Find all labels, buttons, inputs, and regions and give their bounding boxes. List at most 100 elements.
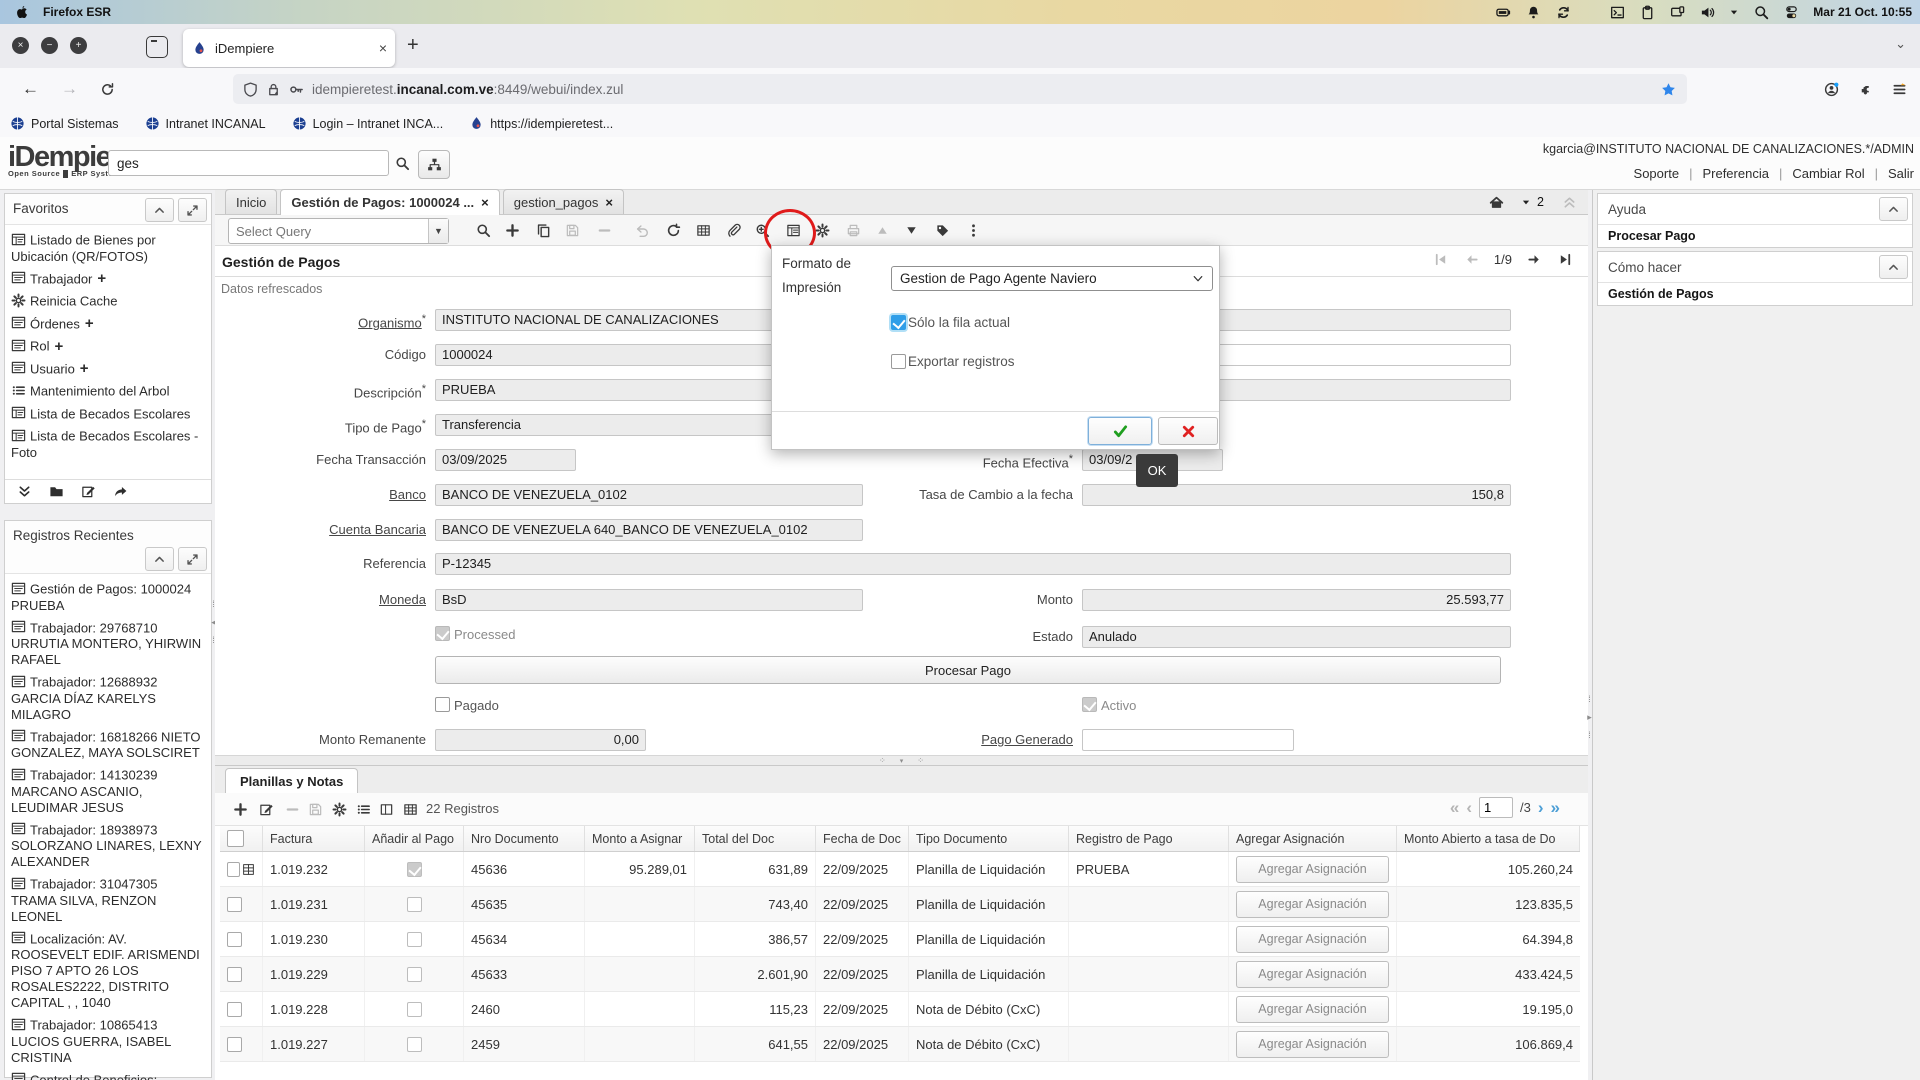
field-banco[interactable]: BANCO DE VENEZUELA_0102 [435,484,863,506]
table-row[interactable]: 1.019.23145635743,4022/09/2025Planilla d… [220,887,1580,922]
menu-icon[interactable] [1890,80,1908,98]
print-format-select[interactable]: Gestion de Pago Agente Naviero [891,266,1213,291]
agregar-asignacion-button[interactable]: Agregar Asignación [1236,926,1389,953]
forward-button[interactable]: → [61,79,78,99]
column-header[interactable]: Total del Doc [695,826,816,851]
agregar-asignacion-button[interactable]: Agregar Asignación [1236,856,1389,883]
agregar-asignacion-button[interactable]: Agregar Asignación [1236,961,1389,988]
global-search-input[interactable] [108,150,389,176]
recent-collapse-button[interactable] [145,547,174,571]
bookmark-item[interactable]: Intranet INCANAL [145,116,266,131]
save-icon[interactable] [563,221,581,239]
tab-dropdown-icon[interactable] [1521,193,1531,211]
header-link-soporte[interactable]: Soporte [1634,166,1680,181]
row-select-checkbox[interactable] [227,1002,242,1017]
añadir-al-pago-checkbox[interactable] [407,932,422,947]
table-row[interactable]: 1.019.2324563695.289,01631,8922/09/2025P… [220,852,1580,887]
toggles-icon[interactable] [1783,4,1799,20]
previous-record-icon[interactable] [1463,250,1481,268]
double-chevron-down-icon[interactable] [17,484,32,499]
refresh-icon[interactable] [664,221,682,239]
extensions-icon[interactable] [1856,80,1874,98]
window-minimize-button[interactable]: − [41,37,58,54]
volume-icon[interactable] [1699,4,1715,20]
list-item[interactable]: Órdenes+ [7,313,209,336]
list-item[interactable]: Lista de Becados Escolares [7,403,209,426]
grid-toggle-icon[interactable] [694,221,712,239]
attachment-icon[interactable] [724,221,742,239]
page-last-icon[interactable]: » [1551,799,1560,816]
home-icon[interactable] [1487,193,1505,211]
export-records-checkbox[interactable] [891,354,906,369]
pagado-checkbox[interactable] [435,697,450,712]
field-monto[interactable]: 25.593,77 [1082,589,1511,611]
window-maximize-button[interactable]: + [70,37,87,54]
folder-icon[interactable] [49,484,64,499]
row-select-checkbox[interactable] [227,897,242,912]
column-header[interactable]: Tipo Documento [909,826,1069,851]
help-collapse-button[interactable] [1879,197,1908,221]
agregar-asignacion-button[interactable]: Agregar Asignación [1236,996,1389,1023]
column-header[interactable]: Nro Documento [464,826,585,851]
header-link-salir[interactable]: Salir [1888,166,1914,181]
delete-icon[interactable] [595,221,613,239]
bookmark-item[interactable]: Portal Sistemas [10,116,119,131]
requery-icon[interactable] [354,800,372,818]
table-row[interactable]: 1.019.229456332.601,9022/09/2025Planilla… [220,957,1580,992]
url-bar[interactable]: idempieretest.incanal.com.ve:8449/webui/… [233,74,1687,104]
table-row[interactable]: 1.019.2272459641,5522/09/2025Nota de Déb… [220,1027,1580,1062]
battery-icon[interactable] [1495,4,1511,20]
column-header[interactable]: Registro de Pago [1069,826,1229,851]
share-icon[interactable] [113,484,128,499]
horizontal-splitter[interactable]: ⁘▾⁘ [215,755,1588,766]
field-fecha-transacción[interactable]: 03/09/2025 [435,449,576,471]
list-item[interactable]: Trabajador: 31047305 TRAMA SILVA, RENZON… [7,873,209,928]
next-record-icon[interactable] [1525,250,1543,268]
process-row-icon[interactable] [330,800,348,818]
lock-warning-icon[interactable] [266,82,281,97]
volume-dropdown-icon[interactable] [1729,4,1739,20]
field-pago-generado[interactable] [1082,729,1294,751]
delete-row-icon[interactable] [283,800,301,818]
añadir-al-pago-checkbox[interactable] [407,1002,422,1017]
activo-checkbox[interactable] [1082,697,1097,712]
edit-row-icon[interactable] [257,800,275,818]
añadir-al-pago-checkbox[interactable] [407,862,422,877]
new-record-icon[interactable] [503,221,521,239]
table-row[interactable]: 1.019.23045634386,5722/09/2025Planilla d… [220,922,1580,957]
undo-icon[interactable] [633,221,651,239]
edit-icon[interactable] [81,484,96,499]
add-row-icon[interactable] [231,800,249,818]
tab-close-icon[interactable]: × [379,40,387,56]
add-new-icon[interactable]: + [80,360,89,377]
list-item[interactable]: Trabajador: 14130239 MARCANO ASCANIO, LE… [7,764,209,819]
list-item[interactable]: Usuario+ [7,358,209,381]
field-estado[interactable]: Anulado [1082,626,1511,648]
tab-close-icon[interactable]: × [481,195,489,210]
window-close-button[interactable]: × [12,37,29,54]
grid-view-icon[interactable] [401,800,419,818]
last-record-icon[interactable] [1556,250,1574,268]
clipboard-icon[interactable] [1639,4,1655,20]
row-select-checkbox[interactable] [227,967,242,982]
expand-icon[interactable] [902,221,920,239]
bookmark-item[interactable]: Login – Intranet INCA... [292,116,444,131]
browser-tab[interactable]: iDempiere × [183,29,395,67]
favorites-collapse-button[interactable] [145,198,174,222]
back-button[interactable]: ← [22,79,39,99]
dialog-cancel-button[interactable] [1158,417,1218,445]
header-search-icon[interactable] [393,154,411,172]
row-select-checkbox[interactable] [227,1037,242,1052]
field-referencia[interactable]: P-12345 [435,553,1511,575]
window-tab-1[interactable]: Gestión de Pagos: 1000024 ...× [280,189,499,215]
key-icon[interactable] [289,82,304,97]
header-link-preferencia[interactable]: Preferencia [1702,166,1768,181]
column-header[interactable]: Monto Abierto a tasa de Do [1397,826,1580,851]
table-row[interactable]: 1.019.2282460115,2322/09/2025Nota de Déb… [220,992,1580,1027]
list-item[interactable]: Listado de Bienes por Ubicación (QR/FOTO… [7,229,209,268]
reload-icon[interactable] [98,80,116,98]
list-item[interactable]: Mantenimiento del Arbol [7,380,209,403]
añadir-al-pago-checkbox[interactable] [407,897,422,912]
os-search-icon[interactable] [1753,4,1769,20]
new-tab-button[interactable]: + [407,34,419,57]
